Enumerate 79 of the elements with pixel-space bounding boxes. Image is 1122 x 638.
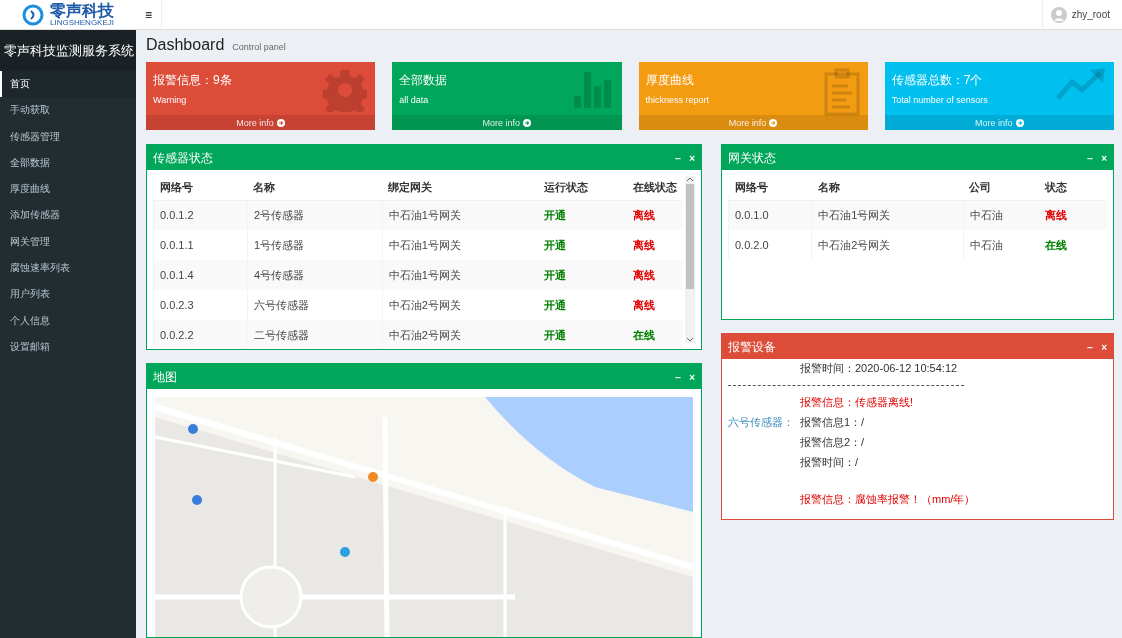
info-box-subtitle: Total number of sensors xyxy=(891,95,989,105)
panel-title: 传感器状态 xyxy=(153,150,213,167)
run-status: 开通 xyxy=(538,230,628,260)
sidebar-item[interactable]: 设置邮箱 xyxy=(0,333,136,361)
arrow-circle-icon xyxy=(523,118,532,127)
device-label: 六号传感器： xyxy=(728,415,795,430)
gateway-status: 在线 xyxy=(1038,230,1107,260)
table-cell: 0.0.2.0 xyxy=(728,230,812,260)
column-header: 名称 xyxy=(811,176,964,200)
table-cell: 中石油2号网关 xyxy=(382,320,539,349)
info-box-title: 报警信息：9条 xyxy=(153,72,233,89)
sidebar-item[interactable]: 厚度曲线 xyxy=(0,176,136,203)
table-cell: 中石油2号网关 xyxy=(811,230,964,260)
sidebar-item[interactable]: 腐蚀速率列表 xyxy=(0,255,136,282)
page-subtitle: Control panel xyxy=(232,42,286,52)
more-info-link[interactable]: More info xyxy=(146,115,376,130)
sidebar-item[interactable]: 用户列表 xyxy=(0,281,136,308)
arrow-circle-icon xyxy=(276,118,285,127)
brand-subtitle: LINGSHENGKEJI xyxy=(50,18,114,27)
arrow-circle-icon xyxy=(1015,118,1024,127)
run-status: 开通 xyxy=(538,290,628,320)
column-header: 名称 xyxy=(247,176,383,200)
sidebar-item[interactable]: 全部数据 xyxy=(0,149,136,177)
info-box-subtitle: thickness report xyxy=(645,95,711,105)
panel-title: 地图 xyxy=(153,369,177,386)
sidebar-item[interactable]: 首页 xyxy=(0,71,136,98)
run-status: 开通 xyxy=(538,320,628,349)
info-box-title: 全部数据 xyxy=(399,72,449,89)
page-title: Dashboard xyxy=(146,36,225,54)
system-title: 零声科技监测服务系统 xyxy=(0,30,136,71)
column-header: 在线状态 xyxy=(627,176,684,200)
info-box-subtitle: Warning xyxy=(153,95,188,105)
menu-button[interactable]: ≡ xyxy=(136,0,162,30)
avatar-icon xyxy=(1050,6,1067,23)
trend-arrow-icon xyxy=(1056,68,1106,102)
alarm-detail: 报警信息1：/ xyxy=(800,415,865,430)
gateway-status: 离线 xyxy=(1038,200,1107,230)
user-name[interactable]: zhy_root xyxy=(1071,9,1110,20)
logo-icon xyxy=(22,3,44,26)
sidebar-item[interactable]: 网关管理 xyxy=(0,228,136,256)
sidebar-item[interactable]: 添加传感器 xyxy=(0,202,136,229)
online-status: 离线 xyxy=(627,200,684,230)
brand-name: 零声科技 xyxy=(50,2,114,19)
online-status: 离线 xyxy=(627,230,684,260)
sidebar-item[interactable]: 传感器管理 xyxy=(0,123,136,150)
info-box-title: 厚度曲线 xyxy=(645,72,695,89)
scroll-down-icon[interactable] xyxy=(686,337,695,343)
sidebar-item[interactable]: 个人信息 xyxy=(0,307,136,334)
run-status: 开通 xyxy=(538,260,628,290)
scroll-up-icon[interactable] xyxy=(686,176,695,182)
column-header: 绑定网关 xyxy=(382,176,539,200)
online-status: 离线 xyxy=(627,290,684,320)
run-status: 开通 xyxy=(538,200,628,230)
online-status: 在线 xyxy=(627,320,684,349)
column-header: 状态 xyxy=(1038,176,1107,200)
column-header: 网络号 xyxy=(153,176,248,200)
column-header: 公司 xyxy=(963,176,1039,200)
clipboard-icon xyxy=(823,68,860,116)
collapse-button[interactable]: − xyxy=(1087,342,1094,353)
alarm-message: 报警信息：腐蚀率报警！（mm/年） xyxy=(800,492,976,507)
table-cell: 0.0.2.2 xyxy=(153,320,248,349)
online-status: 离线 xyxy=(627,260,684,290)
close-button[interactable]: × xyxy=(1101,342,1107,353)
sidebar-item[interactable]: 手动获取 xyxy=(0,97,136,124)
arrow-circle-icon xyxy=(769,118,778,127)
panel-title: 网关状态 xyxy=(728,150,776,167)
scrollbar[interactable] xyxy=(685,176,695,343)
gear-icon xyxy=(323,68,368,112)
table-cell: 二号传感器 xyxy=(247,320,383,349)
column-header: 运行状态 xyxy=(538,176,628,200)
info-box-title: 传感器总数：7个 xyxy=(891,72,984,89)
column-header: 网络号 xyxy=(728,176,812,200)
alarm-detail: 报警时间：/ xyxy=(800,455,859,470)
table-cell: 中石油 xyxy=(963,230,1039,260)
alarm-detail: 报警时间：2020-06-12 10:54:12 xyxy=(800,361,958,376)
info-box-subtitle: all data xyxy=(399,95,430,105)
alarm-detail: 报警信息2：/ xyxy=(800,435,865,450)
panel-title: 报警设备 xyxy=(728,339,776,356)
alarm-message: 报警信息：传感器离线! xyxy=(800,395,914,410)
